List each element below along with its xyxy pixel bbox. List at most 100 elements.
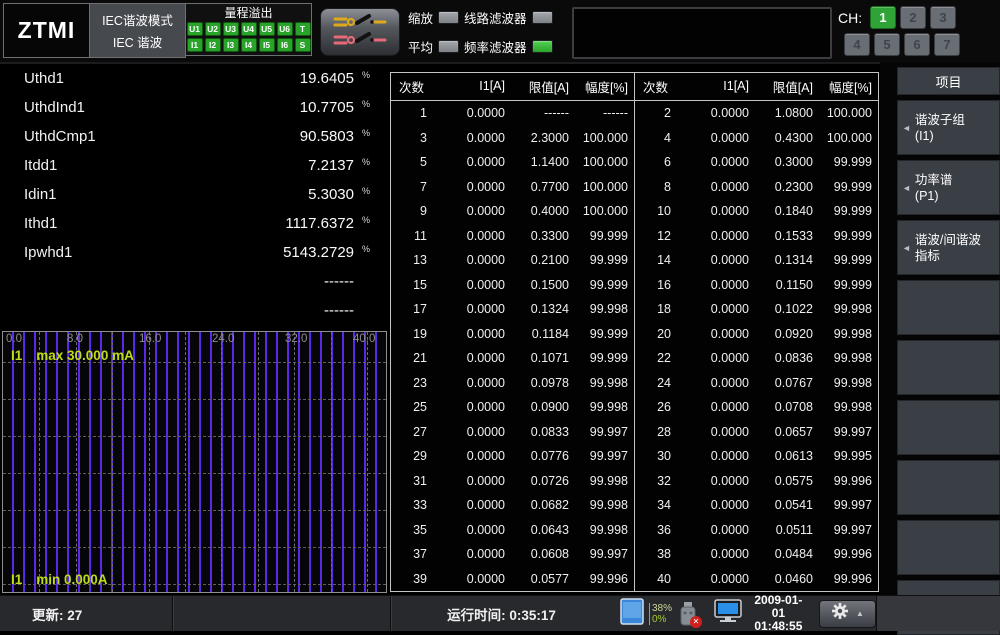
measurement-row: Ipwhd15143.2729%: [0, 238, 388, 267]
grid-line-vertical: [185, 332, 186, 592]
table-row: 180.00000.102299.998: [635, 297, 878, 322]
measurement-label: Ithd1: [24, 215, 206, 232]
channel-button-3[interactable]: 3: [930, 6, 956, 29]
table-row: 110.00000.330099.999: [391, 223, 634, 248]
column-header: 次数: [635, 77, 681, 96]
table-row: 120.00000.153399.999: [635, 223, 878, 248]
chart-min-label: I1 min 0.000A: [11, 572, 108, 587]
table-cell: 99.995: [817, 449, 876, 463]
sidebar-item[interactable]: ◄ 谐波子组(I1): [897, 100, 1000, 155]
measurement-value: 5143.2729: [206, 244, 354, 261]
table-cell: 99.997: [817, 498, 876, 512]
table-cell: 0.0608: [509, 547, 573, 561]
table-cell: 0.1533: [753, 229, 817, 243]
table-cell: 1: [391, 106, 437, 120]
table-cell: 0.0000: [437, 204, 509, 218]
measurement-unit: %: [362, 209, 388, 231]
table-cell: 36: [635, 523, 681, 537]
table-row: 380.00000.048499.996: [635, 542, 878, 567]
table-cell: 99.998: [817, 351, 876, 365]
chart-series-name: I1: [11, 572, 22, 587]
table-cell: 100.000: [573, 204, 632, 218]
table-cell: 21: [391, 351, 437, 365]
sidebar-item[interactable]: ◄谐波/间谐波指标: [897, 220, 1000, 275]
average-toggle[interactable]: [438, 40, 459, 53]
monitor-icon: [714, 599, 742, 628]
table-row: 60.00000.300099.999: [635, 150, 878, 175]
table-cell: 100.000: [817, 131, 876, 145]
table-row: 240.00000.076799.998: [635, 370, 878, 395]
sidebar-item-label: 谐波/间谐波指标: [915, 232, 981, 264]
table-cell: 99.996: [817, 474, 876, 488]
overload-led-row-current: I1I2I3I4I5I6S: [187, 38, 311, 52]
storage-icon: [620, 598, 644, 630]
channel-button-7[interactable]: 7: [934, 33, 960, 56]
frequency-filter-toggle[interactable]: [532, 40, 553, 53]
channel-button-6[interactable]: 6: [904, 33, 930, 56]
channel-row-2: 4567: [844, 33, 996, 56]
sidebar-item-line1: 功率谱: [915, 172, 953, 188]
usb-error-badge: ✕: [690, 616, 702, 628]
measurement-row: Ithd11117.6372%: [0, 209, 388, 238]
measurement-value: 90.5803: [206, 128, 354, 145]
table-row: 130.00000.210099.999: [391, 248, 634, 273]
table-cell: 0.0000: [681, 572, 753, 586]
table-cell: 0.0000: [437, 547, 509, 561]
table-cell: 32: [635, 474, 681, 488]
table-cell: 99.999: [817, 253, 876, 267]
table-cell: 33: [391, 498, 437, 512]
table-cell: 99.998: [817, 302, 876, 316]
measurement-row: Uthd119.6405%: [0, 64, 388, 93]
measurement-value: 7.2137: [206, 157, 354, 174]
table-cell: 99.999: [573, 278, 632, 292]
measurement-row: ------: [0, 296, 388, 325]
table-cell: 0.2100: [509, 253, 573, 267]
left-triangle-icon: ◄: [902, 183, 911, 193]
table-cell: 28: [635, 425, 681, 439]
table-row: 280.00000.065799.997: [635, 419, 878, 444]
sidebar-item-label: 谐波子组(I1): [915, 112, 965, 144]
table-cell: 11: [391, 229, 437, 243]
table-row: 80.00000.230099.999: [635, 174, 878, 199]
channel-button-2[interactable]: 2: [900, 6, 926, 29]
table-cell: 25: [391, 400, 437, 414]
settings-menu-button[interactable]: ▲: [819, 600, 876, 628]
chart-series-name: I1: [11, 348, 22, 363]
zoom-toggle[interactable]: [438, 11, 459, 24]
table-row: 170.00000.132499.998: [391, 297, 634, 322]
table-cell: 0.0000: [681, 302, 753, 316]
harmonic-trend-chart: 0.08.016.024.032.040.0 I1 max 30.000 mA …: [2, 331, 387, 593]
table-row: 400.00000.046099.996: [635, 566, 878, 591]
table-row: 330.00000.068299.998: [391, 493, 634, 518]
table-cell: 99.999: [817, 155, 876, 169]
left-triangle-icon: ◄: [902, 123, 911, 133]
table-cell: 99.997: [573, 547, 632, 561]
measurement-value: ------: [206, 273, 354, 290]
table-cell: 0.0575: [753, 474, 817, 488]
wiring-settings-button[interactable]: [320, 8, 400, 56]
line-filter-toggle[interactable]: [532, 11, 553, 24]
table-row: 40.00000.4300100.000: [635, 125, 878, 150]
table-cell: 0.1071: [509, 351, 573, 365]
table-header-row: 次数I1[A]限值[A]幅度[%]: [391, 73, 634, 101]
table-cell: 20: [635, 327, 681, 341]
mode-line2: IEC 谐波: [113, 32, 162, 51]
table-cell: 0.0511: [753, 523, 817, 537]
mode-line1: IEC谐波模式: [102, 10, 173, 29]
overload-indicator-T: T: [295, 22, 311, 36]
table-row: 20.00001.0800100.000: [635, 101, 878, 126]
table-cell: 0.0000: [437, 155, 509, 169]
channel-button-5[interactable]: 5: [874, 33, 900, 56]
sidebar-item[interactable]: ◄功率谱(P1): [897, 160, 1000, 215]
table-cell: 0.0484: [753, 547, 817, 561]
measurement-row: Itdd17.2137%: [0, 151, 388, 180]
measurement-unit: %: [362, 64, 388, 86]
table-cell: 22: [635, 351, 681, 365]
channel-button-4[interactable]: 4: [844, 33, 870, 56]
table-cell: 0.0000: [437, 449, 509, 463]
channel-button-1[interactable]: 1: [870, 6, 896, 29]
overload-indicator-S: S: [295, 38, 311, 52]
table-cell: 31: [391, 474, 437, 488]
table-cell: 0.4000: [509, 204, 573, 218]
grid-line-horizontal: [3, 547, 386, 548]
